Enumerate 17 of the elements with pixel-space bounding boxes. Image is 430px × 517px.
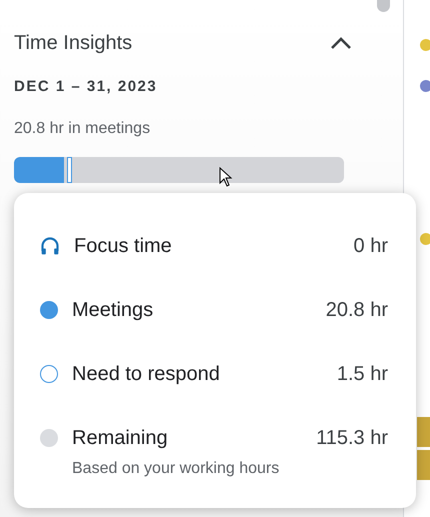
scrollbar-thumb[interactable] xyxy=(377,0,390,12)
chevron-icon xyxy=(330,36,352,50)
category-note: Based on your working hours xyxy=(72,459,280,479)
hours-value: 1.5 hr xyxy=(336,362,388,387)
respond-segment xyxy=(66,156,72,182)
category-label: Remaining xyxy=(72,426,168,451)
hours-value: 115.3 hr xyxy=(316,426,388,451)
category-label: Focus time xyxy=(74,234,172,259)
hours-value: 0 hr xyxy=(354,234,388,259)
date-range: DEC 1 – 31, 2023 xyxy=(13,77,158,97)
cursor-icon xyxy=(219,167,233,187)
category-label: Need to respond xyxy=(72,362,220,387)
headphones-icon xyxy=(40,236,60,256)
section-title: Time Insights xyxy=(14,31,132,56)
category-label: Meetings xyxy=(72,298,154,323)
meetings-summary: 20.8 hr in meetings xyxy=(13,118,152,138)
hours-value: 20.8 hr xyxy=(326,298,388,323)
